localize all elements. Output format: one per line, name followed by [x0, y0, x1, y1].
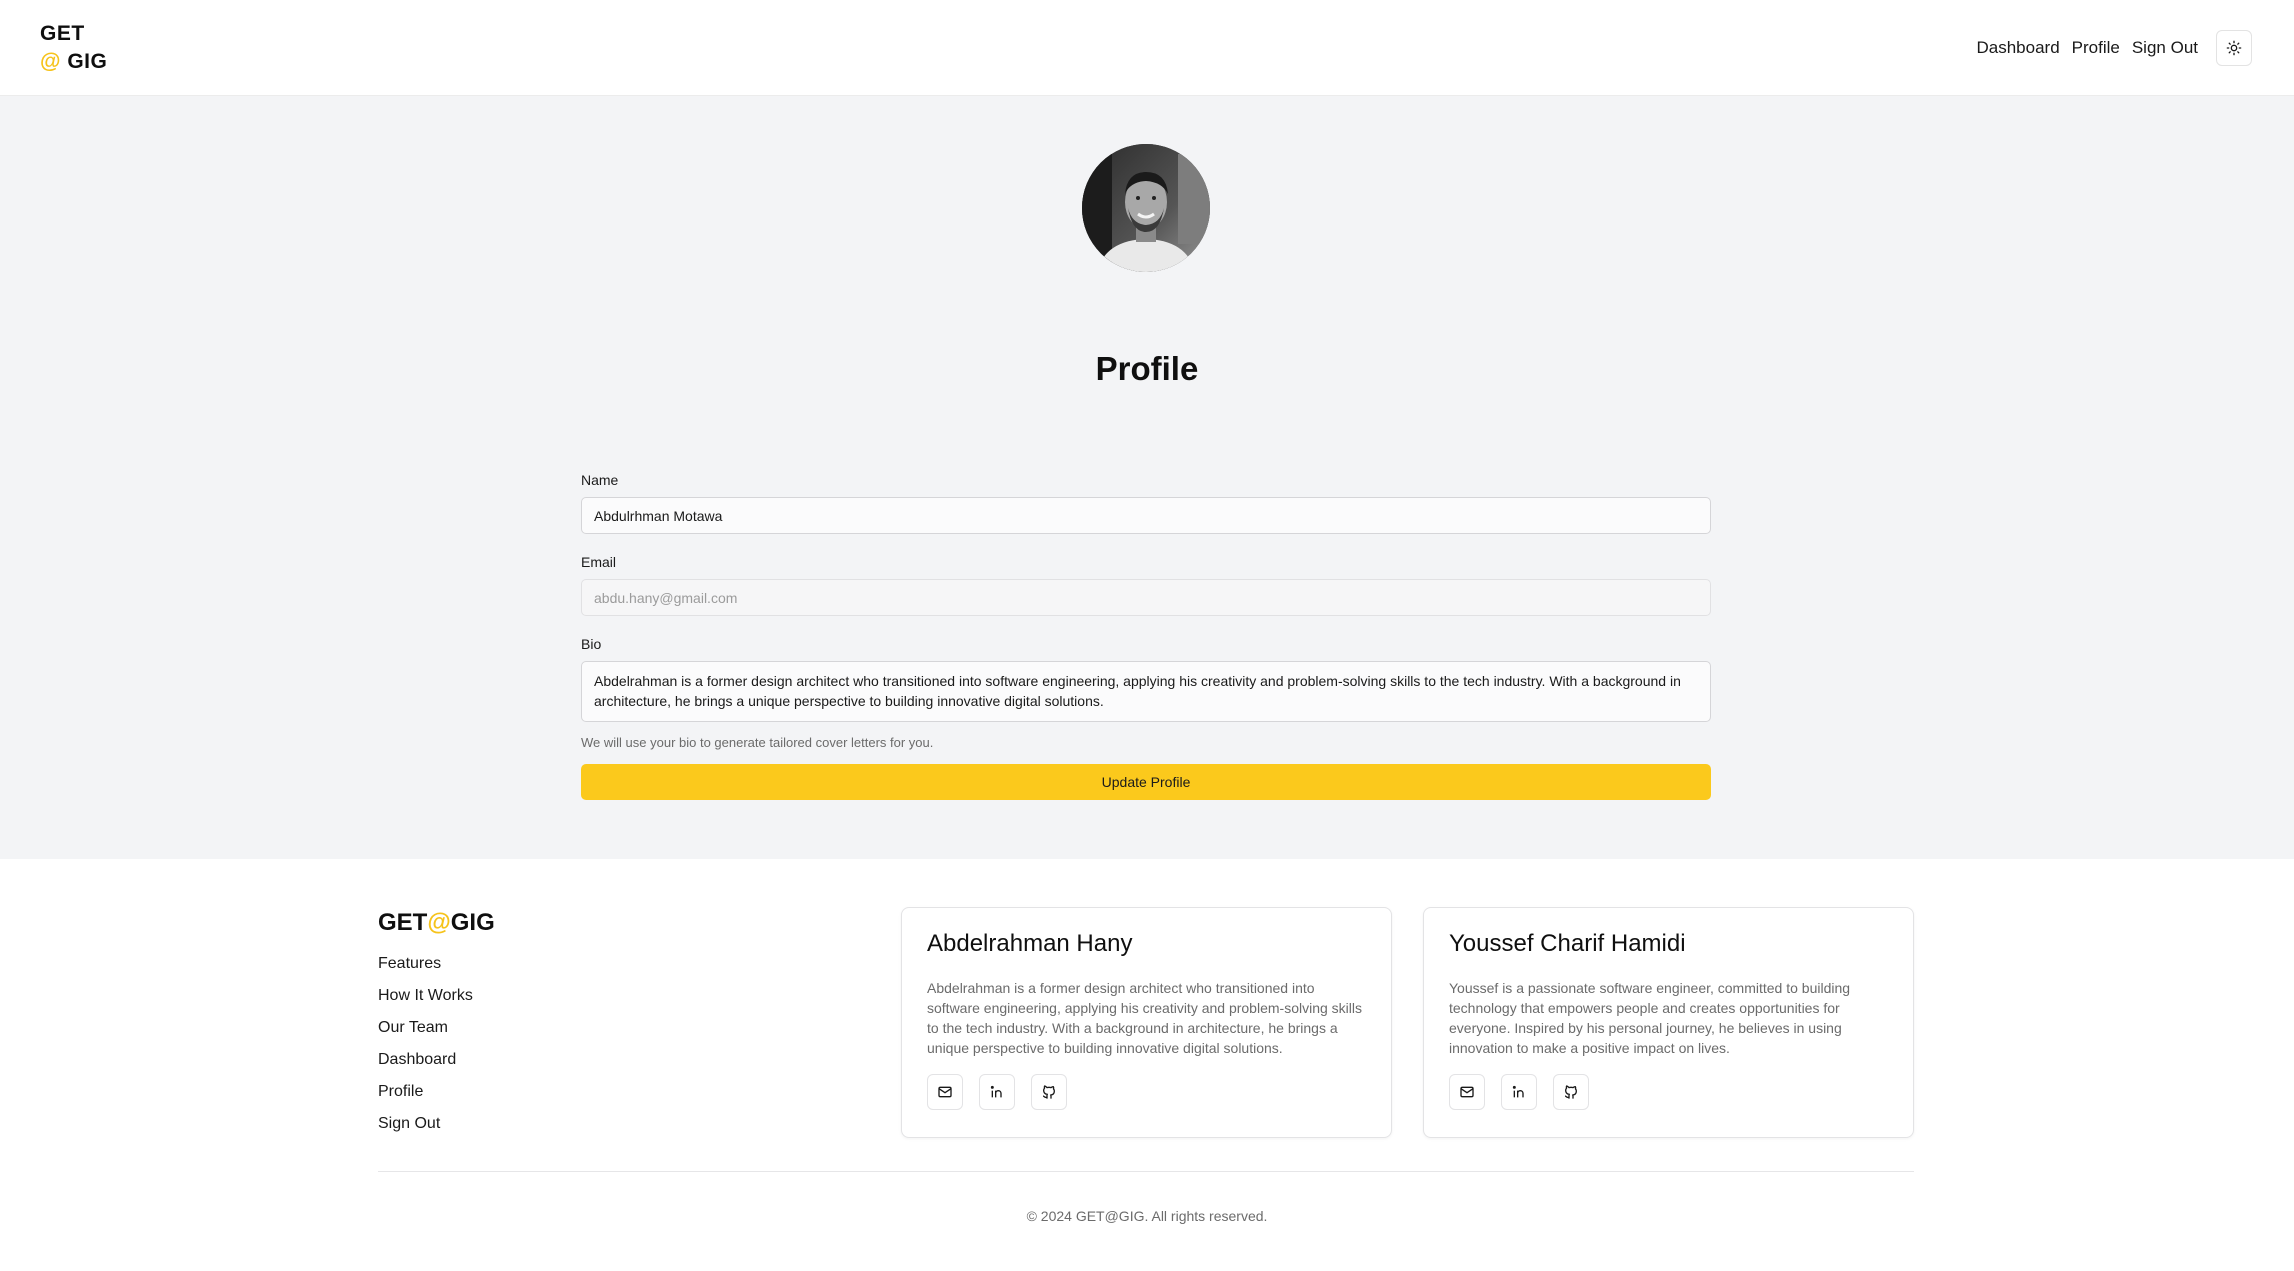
footer-link-dashboard[interactable]: Dashboard [378, 1051, 473, 1083]
social-links [1449, 1074, 1589, 1110]
footer-logo-at: @ [427, 909, 451, 936]
email-input [581, 579, 1711, 616]
linkedin-icon [1512, 1085, 1524, 1098]
main-nav: Dashboard Profile Sign Out [1976, 30, 2252, 66]
nav-link-profile[interactable]: Profile [2072, 38, 2120, 58]
bio-textarea[interactable]: Abdelrahman is a former design architect… [581, 661, 1711, 722]
name-label: Name [581, 472, 619, 488]
github-icon [1042, 1085, 1055, 1099]
logo-line-gig: @ GIG [40, 48, 107, 76]
update-profile-button[interactable]: Update Profile [581, 764, 1711, 800]
name-field-group: Name [581, 472, 1711, 534]
github-icon [1564, 1085, 1577, 1099]
name-input[interactable] [581, 497, 1711, 534]
page-title: Profile [1095, 350, 1199, 387]
bio-field-group: Bio Abdelrahman is a former design archi… [581, 636, 1711, 750]
footer-logo[interactable]: GET@GIG [378, 909, 495, 937]
footer-link-features[interactable]: Features [378, 955, 473, 987]
footer-links: Features How It Works Our Team Dashboard… [378, 955, 473, 1147]
github-link-button[interactable] [1031, 1074, 1067, 1110]
footer: GET@GIG Features How It Works Our Team D… [0, 859, 2294, 1271]
mail-icon [1460, 1086, 1474, 1098]
nav-link-sign-out[interactable]: Sign Out [2132, 38, 2198, 58]
profile-form: Name Email Bio Abdelrahman is a former d… [581, 472, 1711, 800]
logo-line-get: GET [40, 22, 85, 45]
footer-link-profile[interactable]: Profile [378, 1083, 473, 1115]
nav-link-dashboard[interactable]: Dashboard [1976, 38, 2059, 58]
linkedin-link-button[interactable] [979, 1074, 1015, 1110]
logo-at-symbol: @ [40, 50, 61, 73]
email-label: Email [581, 554, 617, 570]
github-link-button[interactable] [1553, 1074, 1589, 1110]
linkedin-icon [990, 1085, 1002, 1098]
profile-section: Profile Name Email Bio Abdelrahman is a … [0, 96, 2294, 859]
footer-logo-get: GET [378, 909, 428, 936]
team-member-name: Abdelrahman Hany [927, 930, 1133, 957]
logo-gig-text: GIG [60, 50, 108, 73]
team-card-abdelrahman: Abdelrahman Hany Abdelrahman is a former… [901, 907, 1392, 1138]
copyright-text: © 2024 GET@GIG. All rights reserved. [1026, 1208, 1268, 1224]
footer-link-sign-out[interactable]: Sign Out [378, 1115, 473, 1147]
footer-link-how-it-works[interactable]: How It Works [378, 987, 473, 1019]
top-navbar: GET @ GIG Dashboard Profile Sign Out [0, 0, 2294, 96]
footer-link-our-team[interactable]: Our Team [378, 1019, 473, 1051]
team-card-youssef: Youssef Charif Hamidi Youssef is a passi… [1423, 907, 1914, 1138]
footer-divider [378, 1171, 1914, 1172]
bio-label: Bio [581, 636, 602, 652]
team-member-name: Youssef Charif Hamidi [1449, 930, 1686, 957]
team-member-bio: Youssef is a passionate software enginee… [1449, 980, 1851, 1056]
brand-logo[interactable]: GET @ GIG [40, 20, 107, 76]
avatar-photo [1082, 144, 1210, 272]
team-member-bio: Abdelrahman is a former design architect… [927, 980, 1362, 1056]
email-field-group: Email [581, 554, 1711, 616]
linkedin-link-button[interactable] [1501, 1074, 1537, 1110]
profile-avatar [1082, 144, 1210, 272]
theme-toggle-button[interactable] [2216, 30, 2252, 66]
footer-logo-gig: GIG [450, 909, 495, 936]
email-link-button[interactable] [1449, 1074, 1485, 1110]
social-links [927, 1074, 1067, 1110]
bio-hint: We will use your bio to generate tailore… [581, 735, 934, 750]
email-link-button[interactable] [927, 1074, 963, 1110]
sun-icon [2226, 40, 2242, 56]
mail-icon [938, 1086, 952, 1098]
